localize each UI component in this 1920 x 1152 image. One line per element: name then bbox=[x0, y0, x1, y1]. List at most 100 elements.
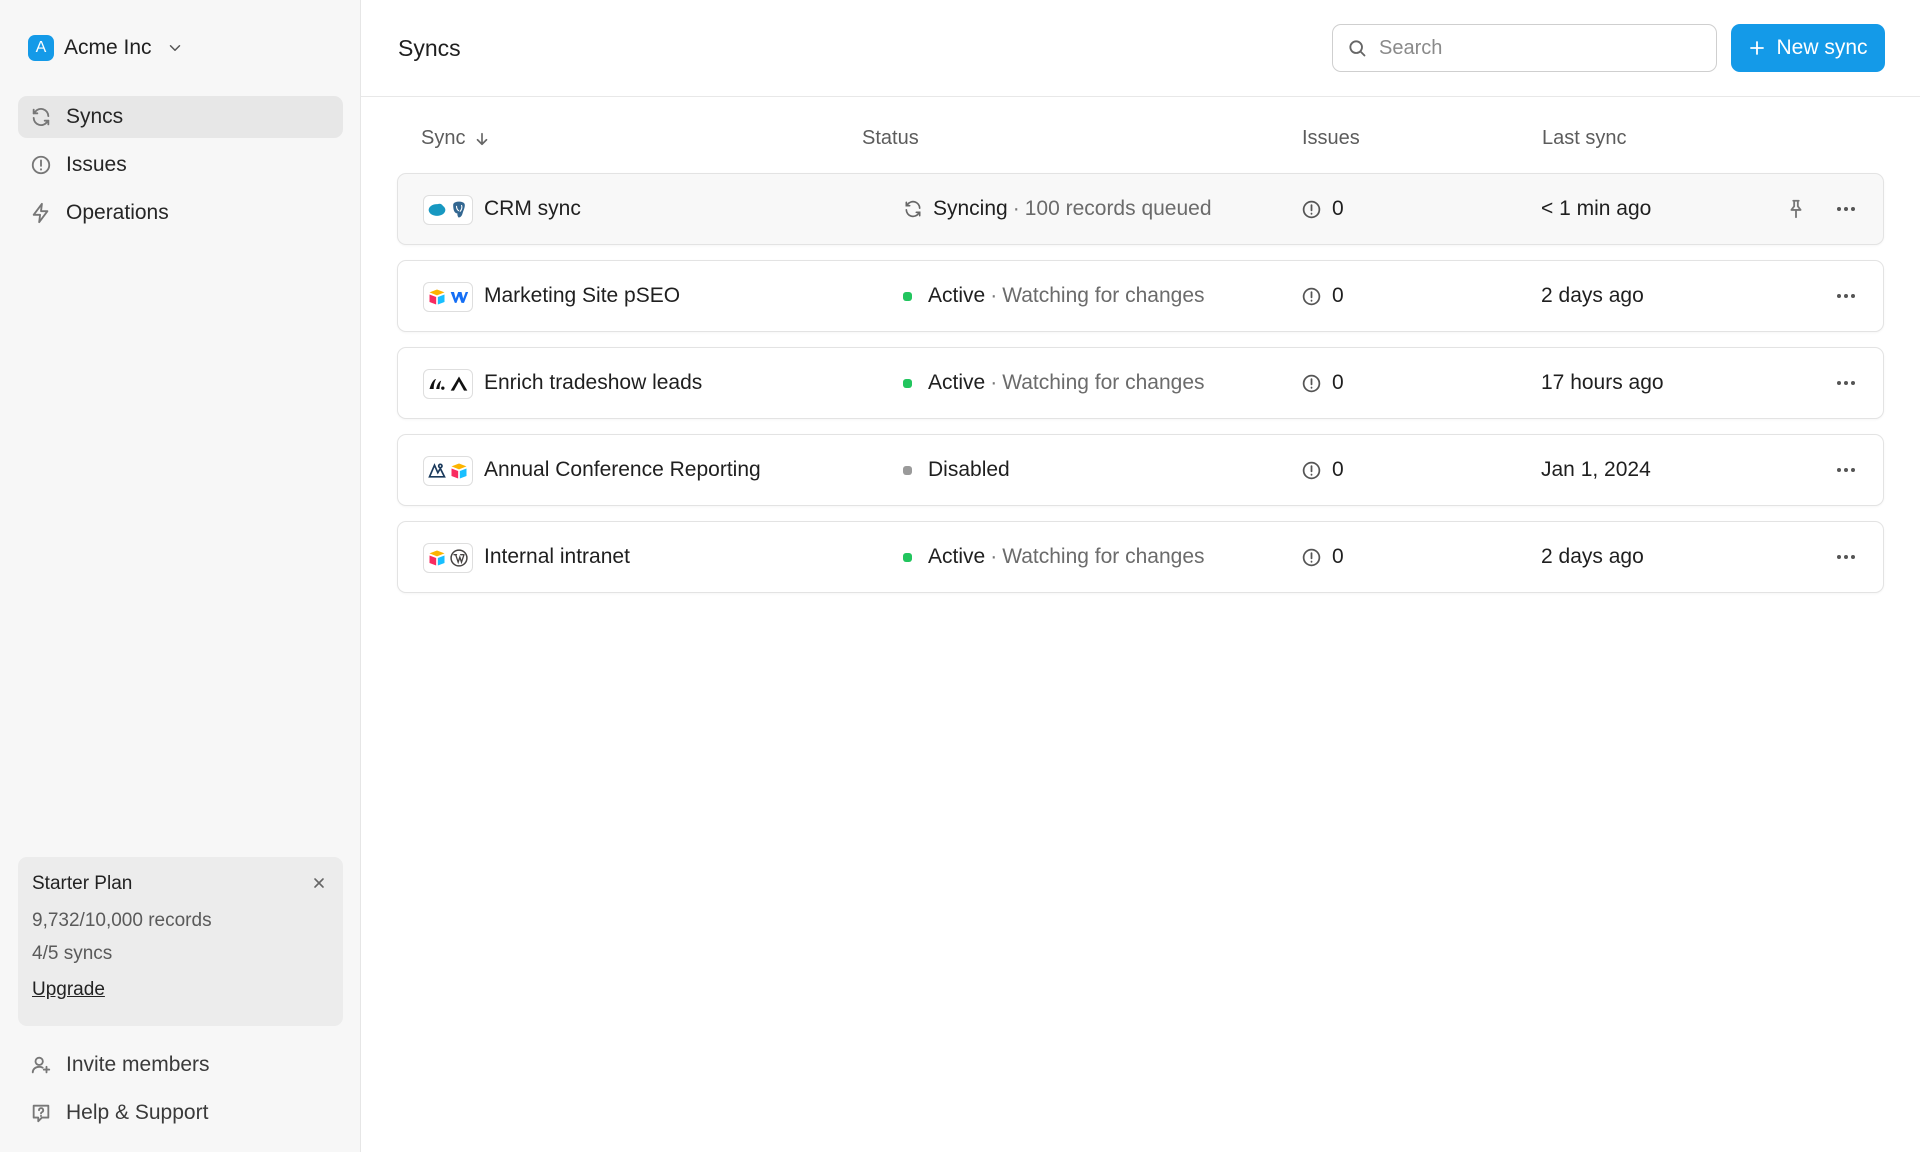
workspace-switcher[interactable]: A Acme Inc bbox=[28, 34, 184, 62]
issues-count: 0 bbox=[1301, 284, 1344, 308]
wordpress-logo-icon bbox=[450, 549, 468, 567]
sync-status: Active · Watching for changes bbox=[903, 545, 1205, 569]
issues-value: 0 bbox=[1332, 371, 1344, 394]
sidebar-item-issues[interactable]: Issues bbox=[18, 144, 343, 186]
more-options-button[interactable] bbox=[1834, 198, 1858, 220]
table-row[interactable]: Marketing Site pSEO Active · Watching fo… bbox=[397, 260, 1884, 332]
pin-icon[interactable] bbox=[1785, 198, 1807, 220]
workspace-avatar: A bbox=[28, 35, 54, 61]
column-header-issues[interactable]: Issues bbox=[1302, 127, 1360, 150]
invite-members-label: Invite members bbox=[66, 1053, 210, 1076]
alert-circle-icon bbox=[1302, 200, 1321, 218]
last-sync-time: 2 days ago bbox=[1541, 284, 1644, 307]
sidebar-item-operations[interactable]: Operations bbox=[18, 192, 343, 234]
plan-title: Starter Plan bbox=[32, 873, 133, 894]
last-sync-time: 17 hours ago bbox=[1541, 371, 1664, 394]
user-plus-icon bbox=[31, 1056, 51, 1074]
page-header: Syncs New sync bbox=[361, 0, 1920, 97]
column-header-last-sync[interactable]: Last sync bbox=[1542, 127, 1626, 150]
webflow-logo-icon bbox=[450, 292, 469, 303]
eventbrite-logo-icon bbox=[428, 463, 446, 478]
sync-status: Active · Watching for changes bbox=[903, 284, 1205, 308]
column-header-label: Last sync bbox=[1542, 127, 1627, 149]
sync-name: Internal intranet bbox=[484, 545, 630, 568]
plan-card: Starter Plan 9,732/10,000 records 4/5 sy… bbox=[18, 857, 343, 1026]
search-input[interactable] bbox=[1379, 36, 1679, 60]
last-sync-time: 2 days ago bbox=[1541, 545, 1644, 568]
status-detail: Watching for changes bbox=[1002, 284, 1205, 307]
airtable-logo-icon bbox=[429, 289, 445, 305]
table-row[interactable]: Internal intranet Active · Watching for … bbox=[397, 521, 1884, 593]
last-sync-time: Jan 1, 2024 bbox=[1541, 458, 1651, 481]
issues-value: 0 bbox=[1332, 284, 1344, 307]
search-icon bbox=[1349, 40, 1366, 57]
status-state: Active bbox=[928, 284, 986, 307]
integration-logos bbox=[423, 369, 473, 399]
invite-members-button[interactable]: Invite members bbox=[30, 1050, 210, 1080]
column-header-status[interactable]: Status bbox=[862, 127, 919, 150]
sidebar: A Acme Inc Syncs Issues Operations Start… bbox=[0, 0, 361, 1152]
table-row[interactable]: Annual Conference Reporting Disabled 0 J… bbox=[397, 434, 1884, 506]
issues-value: 0 bbox=[1332, 545, 1344, 568]
status-detail: 100 records queued bbox=[1024, 197, 1212, 220]
active-status-dot bbox=[903, 291, 912, 301]
airtable-logo-icon bbox=[429, 550, 445, 566]
column-header-label: Status bbox=[862, 127, 919, 149]
alert-circle-icon bbox=[1302, 287, 1321, 305]
sync-status: Active · Watching for changes bbox=[903, 371, 1205, 395]
status-state: Active bbox=[928, 371, 986, 394]
table-row[interactable]: CRM sync Syncing · 100 records queued 0 … bbox=[397, 173, 1884, 245]
alert-circle-icon bbox=[1302, 548, 1321, 566]
alert-circle-icon bbox=[1302, 461, 1321, 479]
new-sync-button[interactable]: New sync bbox=[1731, 24, 1885, 72]
help-support-button[interactable]: Help & Support bbox=[30, 1098, 208, 1128]
active-status-dot bbox=[903, 552, 912, 562]
sidebar-item-syncs[interactable]: Syncs bbox=[18, 96, 343, 138]
syncing-icon bbox=[905, 200, 921, 218]
sync-name: CRM sync bbox=[484, 197, 581, 220]
issues-value: 0 bbox=[1332, 197, 1344, 220]
search-box[interactable] bbox=[1332, 24, 1717, 72]
attio-logo-icon bbox=[450, 376, 468, 391]
sync-name: Annual Conference Reporting bbox=[484, 458, 761, 481]
status-separator: · bbox=[1012, 197, 1020, 220]
help-message-icon bbox=[32, 1104, 50, 1123]
plus-icon bbox=[1750, 41, 1765, 55]
plan-records-usage: 9,732/10,000 records bbox=[32, 910, 212, 931]
workspace-name: Acme Inc bbox=[64, 36, 152, 59]
status-state: Disabled bbox=[928, 458, 1010, 481]
integration-logos bbox=[423, 543, 473, 573]
status-detail: Watching for changes bbox=[1002, 371, 1205, 394]
upgrade-link[interactable]: Upgrade bbox=[32, 979, 105, 1001]
integration-logos bbox=[423, 282, 473, 312]
sidebar-item-label: Syncs bbox=[66, 105, 124, 128]
disabled-status-dot bbox=[903, 465, 912, 475]
table-row[interactable]: Enrich tradeshow leads Active · Watching… bbox=[397, 347, 1884, 419]
alert-circle-icon bbox=[1302, 374, 1321, 392]
issues-count: 0 bbox=[1301, 371, 1344, 395]
page-title: Syncs bbox=[398, 35, 461, 61]
sync-name: Marketing Site pSEO bbox=[484, 284, 681, 307]
status-detail: Watching for changes bbox=[1002, 545, 1205, 568]
airtable-logo-icon bbox=[451, 463, 467, 479]
more-options-button[interactable] bbox=[1834, 546, 1858, 568]
salesforce-logo-icon bbox=[428, 203, 446, 216]
chevron-down-icon bbox=[169, 45, 180, 51]
close-icon[interactable] bbox=[311, 875, 327, 891]
integration-logos bbox=[423, 456, 473, 486]
status-separator: · bbox=[990, 545, 998, 568]
clay-logo-icon bbox=[429, 379, 445, 390]
status-state: Syncing bbox=[933, 197, 1008, 220]
sync-status: Syncing · 100 records queued bbox=[903, 197, 1212, 221]
arrow-down-icon bbox=[477, 132, 488, 145]
column-header-label: Issues bbox=[1302, 127, 1360, 149]
plan-syncs-usage: 4/5 syncs bbox=[32, 943, 113, 964]
issues-value: 0 bbox=[1332, 458, 1344, 481]
more-options-button[interactable] bbox=[1834, 285, 1858, 307]
sidebar-nav: Syncs Issues Operations bbox=[18, 96, 343, 240]
issues-count: 0 bbox=[1301, 545, 1344, 569]
more-options-button[interactable] bbox=[1834, 459, 1858, 481]
sidebar-item-label: Operations bbox=[66, 201, 169, 224]
more-options-button[interactable] bbox=[1834, 372, 1858, 394]
column-header-sync[interactable]: Sync bbox=[421, 127, 491, 150]
